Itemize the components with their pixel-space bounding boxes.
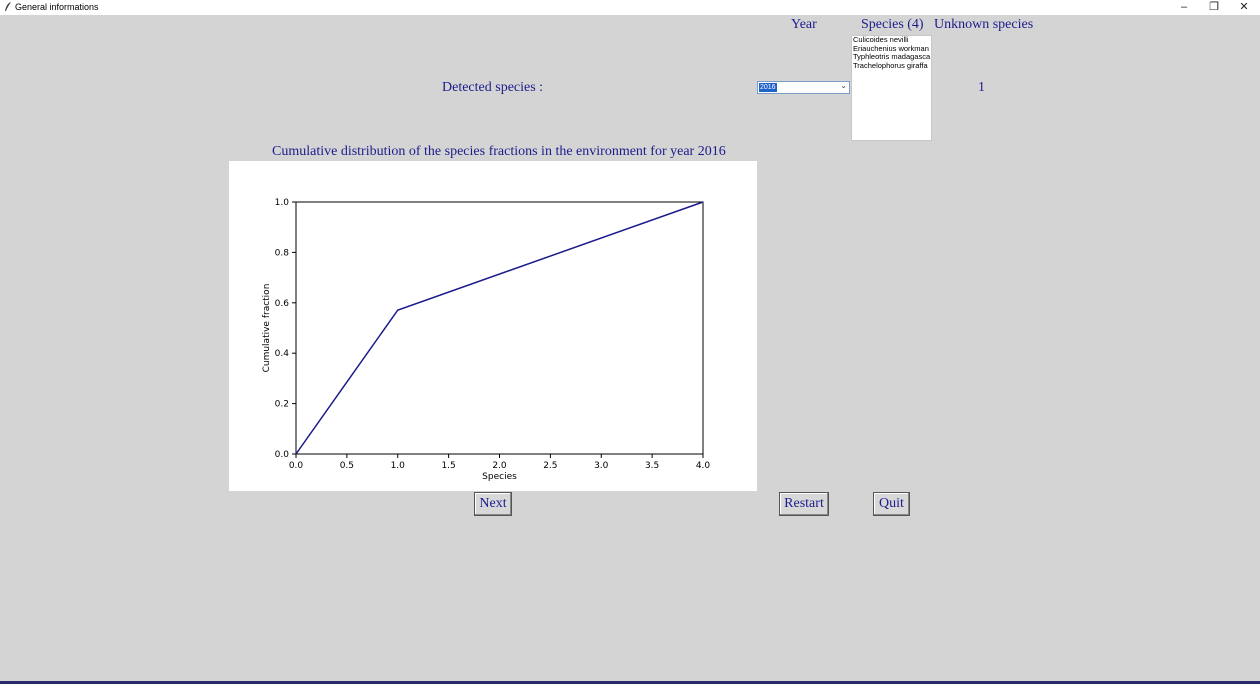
x-tick-label: 3.5 — [645, 461, 659, 471]
feather-icon — [5, 2, 11, 11]
year-select[interactable]: 2016 ⌄ — [757, 81, 850, 94]
close-button[interactable]: ✕ — [1232, 0, 1256, 15]
y-tick-label: 1.0 — [275, 198, 290, 208]
x-tick-label: 2.0 — [492, 461, 507, 471]
species-listbox[interactable]: Culicoides nevilli Eriauchenius workman … — [851, 35, 932, 141]
x-tick-label: 1.0 — [391, 461, 406, 471]
chart-canvas: 0.0 0.5 1.0 1.5 2.0 2.5 3.0 3.5 4.0 0.0 0.2 0.4 0.6 0… — [229, 161, 757, 491]
x-tick-label: 0.5 — [340, 461, 354, 471]
y-tick-label: 0.6 — [275, 299, 290, 309]
x-tick-label: 1.5 — [441, 461, 455, 471]
chart-title: Cumulative distribution of the species f… — [272, 144, 726, 159]
year-select-value: 2016 — [759, 83, 777, 92]
chevron-down-icon[interactable]: ⌄ — [840, 81, 847, 90]
species-header: Species (4) — [861, 17, 924, 32]
y-tick-label: 0.4 — [275, 349, 290, 359]
series-line — [295, 201, 704, 455]
x-tick-label: 3.0 — [594, 461, 609, 471]
year-header: Year — [791, 17, 817, 32]
list-item[interactable]: Trachelophorus giraffa — [852, 61, 931, 71]
minimize-button[interactable]: – — [1172, 0, 1196, 15]
y-tick-label: 0.2 — [275, 400, 289, 410]
y-tick-label: 0.8 — [275, 248, 290, 258]
quit-button[interactable]: Quit — [873, 492, 910, 516]
y-tick-label: 0.0 — [275, 450, 290, 460]
y-axis-label: Cumulative fraction — [262, 284, 272, 373]
restore-button[interactable]: ❐ — [1202, 0, 1226, 15]
x-tick-label: 4.0 — [696, 461, 711, 471]
restart-button[interactable]: Restart — [779, 492, 829, 516]
axes-frame — [295, 201, 704, 455]
unknown-species-count: 1 — [978, 80, 985, 95]
window-title: General informations — [15, 2, 99, 12]
x-tick-label: 2.5 — [543, 461, 557, 471]
next-button[interactable]: Next — [474, 492, 512, 516]
unknown-species-header: Unknown species — [934, 17, 1034, 32]
cumulative-chart: 0.0 0.5 1.0 1.5 2.0 2.5 3.0 3.5 4.0 0.0 0.2 0.4 0.6 0… — [262, 198, 711, 482]
x-axis-label: Species — [482, 472, 517, 482]
x-tick-label: 0.0 — [289, 461, 304, 471]
detected-species-label: Detected species : — [442, 80, 544, 95]
title-bar: General informations – ❐ ✕ — [0, 0, 1260, 15]
